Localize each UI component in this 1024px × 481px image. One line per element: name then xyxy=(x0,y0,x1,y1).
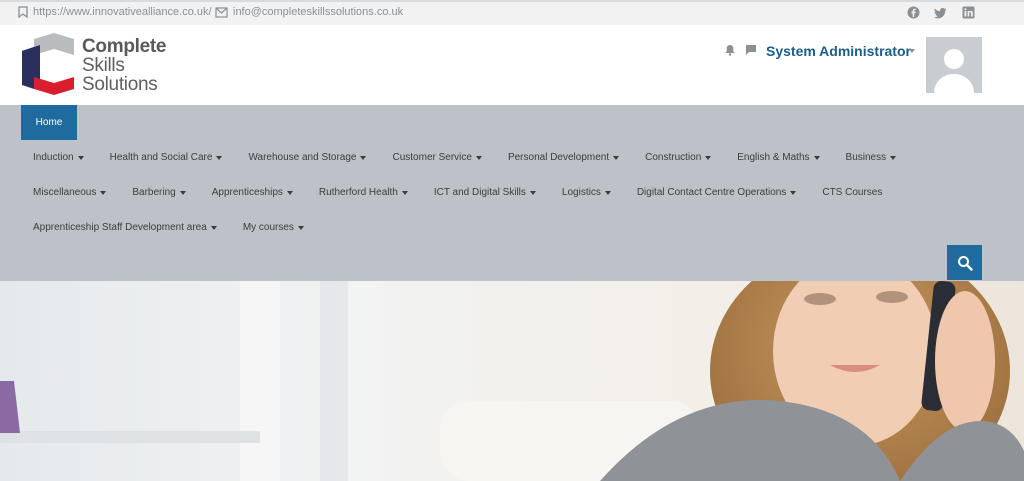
nav-item-label[interactable]: Personal Development xyxy=(508,152,609,163)
nav-item-barbering[interactable]: Barbering xyxy=(132,187,186,198)
chevron-down-icon[interactable] xyxy=(909,49,915,53)
user-silhouette-icon xyxy=(934,49,974,93)
email-text[interactable]: info@completeskillssolutions.co.uk xyxy=(233,6,403,18)
nav-item-logistics[interactable]: Logistics xyxy=(562,187,611,198)
nav-item-label[interactable]: Logistics xyxy=(562,187,601,198)
nav-row-3: Apprenticeship Staff Development area My… xyxy=(33,222,330,233)
nav-item-label[interactable]: Digital Contact Centre Operations xyxy=(637,187,787,198)
nav-item-apprenticeship-staff-dev[interactable]: Apprenticeship Staff Development area xyxy=(33,222,217,233)
linkedin-icon[interactable] xyxy=(962,6,975,24)
bell-icon[interactable] xyxy=(724,43,736,61)
nav-item-ict-digital-skills[interactable]: ICT and Digital Skills xyxy=(434,187,536,198)
nav-home-button[interactable]: Home xyxy=(21,105,77,140)
caret-down-icon xyxy=(790,190,797,195)
search-button[interactable] xyxy=(947,245,982,280)
nav-item-rutherford-health[interactable]: Rutherford Health xyxy=(319,187,408,198)
logo-line-3: Solutions xyxy=(82,74,158,95)
nav-item-warehouse-storage[interactable]: Warehouse and Storage xyxy=(248,152,367,163)
nav-item-label[interactable]: Miscellaneous xyxy=(33,187,96,198)
nav-item-label[interactable]: Health and Social Care xyxy=(110,152,213,163)
logo-line-2: Skills xyxy=(82,55,125,76)
avatar[interactable] xyxy=(926,37,982,93)
nav-item-health-social-care[interactable]: Health and Social Care xyxy=(110,152,223,163)
caret-down-icon xyxy=(297,225,304,230)
nav-item-label[interactable]: Construction xyxy=(645,152,701,163)
nav-item-my-courses[interactable]: My courses xyxy=(243,222,304,233)
twitter-icon[interactable] xyxy=(934,6,947,24)
search-icon xyxy=(957,255,973,271)
caret-down-icon xyxy=(210,225,217,230)
nav-item-label[interactable]: CTS Courses xyxy=(822,187,882,198)
nav-item-induction[interactable]: Induction xyxy=(33,152,84,163)
top-info-bar: https://www.innovativealliance.co.uk/ in… xyxy=(0,0,1024,25)
caret-down-icon xyxy=(77,155,84,160)
nav-item-label[interactable]: My courses xyxy=(243,222,294,233)
nav-item-business[interactable]: Business xyxy=(846,152,897,163)
logo-mark xyxy=(22,33,74,95)
hero-banner-image xyxy=(0,281,1024,481)
nav-item-label[interactable]: ICT and Digital Skills xyxy=(434,187,526,198)
caret-down-icon xyxy=(100,190,107,195)
caret-down-icon xyxy=(360,155,367,160)
user-menu-name[interactable]: System Administrator xyxy=(766,43,911,59)
nav-item-miscellaneous[interactable]: Miscellaneous xyxy=(33,187,107,198)
caret-down-icon xyxy=(813,155,820,160)
nav-item-label[interactable]: Apprenticeships xyxy=(212,187,283,198)
nav-item-digital-contact-centre[interactable]: Digital Contact Centre Operations xyxy=(637,187,797,198)
caret-down-icon xyxy=(705,155,712,160)
nav-item-label[interactable]: English & Maths xyxy=(737,152,809,163)
caret-down-icon xyxy=(890,155,897,160)
logo-text: Complete Skills Solutions xyxy=(82,37,166,94)
nav-item-label[interactable]: Barbering xyxy=(132,187,175,198)
caret-down-icon xyxy=(475,155,482,160)
nav-item-label[interactable]: Warehouse and Storage xyxy=(248,152,356,163)
nav-item-customer-service[interactable]: Customer Service xyxy=(392,152,482,163)
nav-item-cts-courses[interactable]: CTS Courses xyxy=(822,187,882,198)
website-text[interactable]: https://www.innovativealliance.co.uk/ xyxy=(33,6,212,18)
caret-down-icon xyxy=(604,190,611,195)
caret-down-icon xyxy=(179,190,186,195)
nav-item-label[interactable]: Customer Service xyxy=(392,152,471,163)
caret-down-icon xyxy=(286,190,293,195)
nav-item-label[interactable]: Apprenticeship Staff Development area xyxy=(33,222,207,233)
message-icon[interactable] xyxy=(745,43,757,61)
facebook-icon[interactable] xyxy=(907,6,920,24)
nav-item-personal-development[interactable]: Personal Development xyxy=(508,152,620,163)
nav-item-label[interactable]: Induction xyxy=(33,152,74,163)
nav-row-2: Miscellaneous Barbering Apprenticeships … xyxy=(33,187,908,198)
envelope-icon xyxy=(215,6,228,18)
caret-down-icon xyxy=(613,155,620,160)
bookmark-icon xyxy=(18,6,28,18)
nav-item-label[interactable]: Business xyxy=(846,152,887,163)
hero-photo xyxy=(0,281,1024,481)
site-logo[interactable]: Complete Skills Solutions xyxy=(20,33,180,97)
website-link[interactable]: https://www.innovativealliance.co.uk/ xyxy=(18,6,212,18)
email-link[interactable]: info@completeskillssolutions.co.uk xyxy=(215,6,403,18)
nav-item-label[interactable]: Rutherford Health xyxy=(319,187,398,198)
nav-item-apprenticeships[interactable]: Apprenticeships xyxy=(212,187,293,198)
site-header: Complete Skills Solutions System Adminis… xyxy=(0,25,1024,105)
caret-down-icon xyxy=(529,190,536,195)
logo-line-1: Complete xyxy=(82,36,167,57)
caret-down-icon xyxy=(216,155,223,160)
nav-item-english-maths[interactable]: English & Maths xyxy=(737,152,820,163)
nav-item-construction[interactable]: Construction xyxy=(645,152,712,163)
nav-row-1: Induction Health and Social Care Warehou… xyxy=(33,152,922,163)
caret-down-icon xyxy=(401,190,408,195)
